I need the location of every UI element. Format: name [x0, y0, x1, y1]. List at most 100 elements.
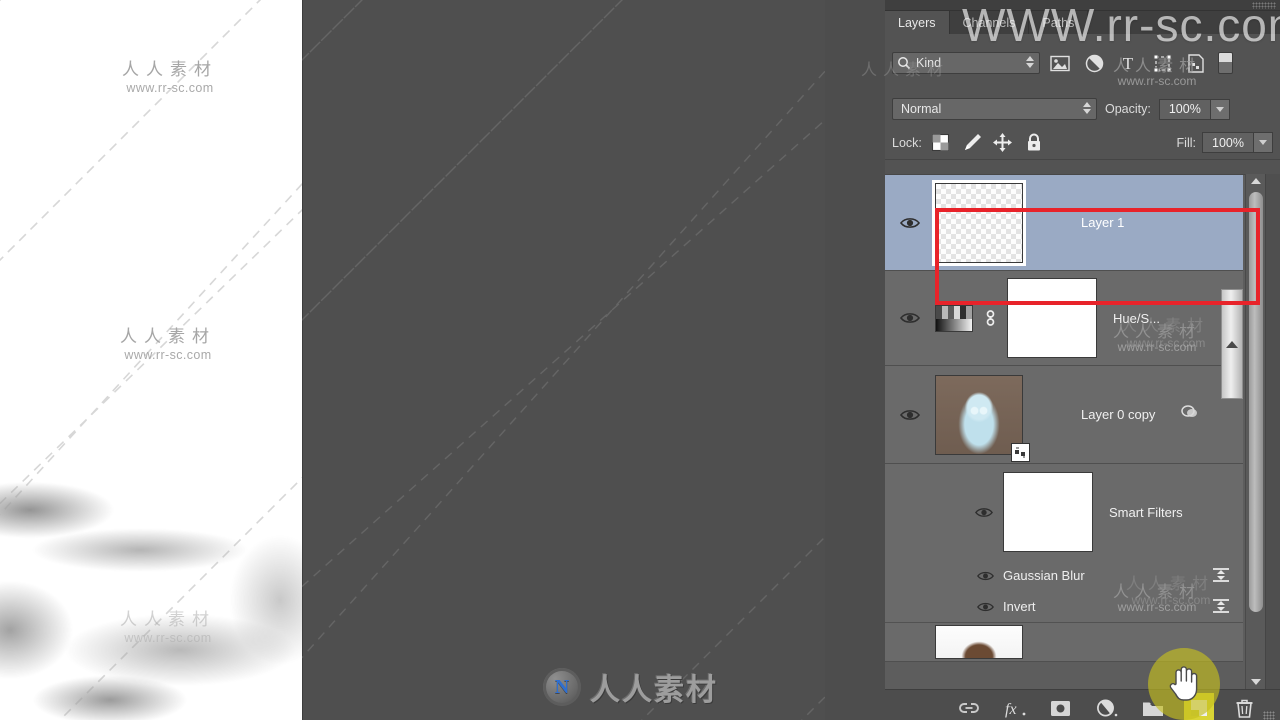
layer-row-partial[interactable] — [885, 622, 1243, 662]
link-icon — [958, 703, 979, 713]
opacity-value[interactable]: 100% — [1158, 98, 1211, 120]
filter-smart-objects-icon[interactable] — [1182, 51, 1210, 75]
mask-link-icon[interactable] — [973, 308, 1007, 328]
smart-filters-row[interactable]: Smart Filters — [885, 464, 1243, 560]
artwork-sketch — [0, 400, 302, 720]
filter-shape-layers-icon[interactable] — [1148, 51, 1176, 75]
filter-adjustment-layers-icon[interactable] — [1080, 51, 1108, 75]
layer-row-layer-0-copy[interactable]: Layer 0 copy — [885, 366, 1243, 464]
dock-right-rail — [1265, 174, 1280, 689]
smart-filter-options-icon-gaussian-blur[interactable] — [1211, 565, 1231, 590]
smart-object-badge-icon — [1011, 442, 1030, 462]
fx-icon: fx — [1005, 701, 1025, 718]
dock-title-strip[interactable] — [885, 0, 1280, 11]
filter-pixel-layers-icon[interactable] — [1046, 51, 1074, 75]
new-adjustment-layer-button[interactable] — [1094, 695, 1120, 720]
opacity-label: Opacity: — [1105, 102, 1151, 116]
filter-kind-stepper-icon[interactable] — [1026, 56, 1034, 68]
smart-filter-name-invert[interactable]: Invert — [1003, 599, 1036, 614]
layer-name-layer-1[interactable]: Layer 1 — [1023, 215, 1124, 230]
layer-list-inner-scroll-handle[interactable] — [1221, 289, 1243, 399]
link-layers-button[interactable] — [956, 695, 982, 720]
panel-tab-bar[interactable]: Layers Channels Paths — [885, 11, 1280, 34]
mask-icon — [1051, 700, 1070, 716]
smart-filter-row-invert[interactable]: Invert — [885, 591, 1243, 622]
opacity-dropdown-icon[interactable] — [1210, 98, 1230, 120]
smart-filter-row-gaussian-blur[interactable]: Gaussian Blur — [885, 560, 1243, 591]
smart-filter-visibility-toggle-gaussian-blur[interactable] — [885, 570, 1003, 582]
lock-row[interactable]: Lock: Fill: 100% — [885, 126, 1280, 160]
tab-channels[interactable]: Channels — [950, 11, 1030, 34]
brand-mark-icon: N — [543, 668, 581, 706]
layer-mask-thumbnail-hue-saturation[interactable] — [1007, 278, 1097, 358]
tab-layers-label: Layers — [898, 15, 936, 30]
panel-resize-grip-icon[interactable] — [1263, 711, 1275, 720]
delete-layer-button[interactable] — [1232, 695, 1258, 720]
blend-mode-select[interactable]: Normal — [892, 98, 1097, 120]
search-icon — [898, 57, 911, 70]
lock-all-icon[interactable] — [1022, 132, 1046, 154]
document-canvas[interactable]: 人人素材 www.rr-sc.com 人人素材 www.rr-sc.com 人人… — [0, 0, 302, 720]
smart-filters-visibility-toggle[interactable] — [885, 506, 1003, 519]
scroll-up-arrow-icon[interactable] — [1246, 174, 1265, 188]
layer-name-layer-0-copy[interactable]: Layer 0 copy — [1023, 407, 1155, 422]
lock-position-icon[interactable] — [991, 132, 1015, 154]
layer-visibility-toggle-layer-0-copy[interactable] — [885, 408, 935, 422]
filter-kind-select[interactable]: Kind — [892, 52, 1040, 74]
layer-style-button[interactable]: fx — [1002, 695, 1028, 720]
layers-dock[interactable]: Layers Channels Paths Kind T Normal Opac… — [885, 0, 1280, 720]
dock-grip-icon[interactable] — [1252, 2, 1276, 9]
blend-mode-stepper-icon[interactable] — [1083, 102, 1091, 114]
tab-layers[interactable]: Layers — [885, 11, 950, 34]
watermark-label-2: 人人素材 www.rr-sc.com — [120, 327, 216, 362]
layer-list-scrollbar[interactable] — [1245, 174, 1265, 689]
add-layer-mask-button[interactable] — [1048, 695, 1074, 720]
workspace-watermark-pattern — [302, 0, 825, 720]
site-brand-logo: N 人人素材 — [543, 666, 739, 708]
layer-visibility-toggle-layer-1[interactable] — [885, 216, 935, 230]
svg-text:fx: fx — [1005, 701, 1017, 718]
layers-bottom-toolbar[interactable]: fx — [885, 689, 1280, 720]
lock-transparent-pixels-icon[interactable] — [929, 132, 953, 154]
adjustment-thumbnail-hue-saturation[interactable] — [935, 304, 973, 332]
filter-enable-toggle[interactable] — [1218, 52, 1233, 74]
layers-panel-body: Kind T Normal Opacity: 100% Lock: Fill: … — [885, 34, 1280, 720]
new-layer-icon — [1190, 700, 1207, 716]
lock-image-pixels-icon[interactable] — [960, 132, 984, 154]
new-layer-button[interactable] — [1185, 695, 1212, 720]
layer-row-layer-1[interactable]: Layer 1 — [885, 175, 1243, 271]
layer-filter-row[interactable]: Kind T — [885, 47, 1280, 79]
layer-visibility-toggle-hue-saturation[interactable] — [885, 311, 935, 325]
blend-mode-row[interactable]: Normal Opacity: 100% — [885, 94, 1280, 124]
watermark-label-1: 人人素材 www.rr-sc.com — [122, 60, 218, 95]
layer-name-hue-saturation[interactable]: Hue/S... — [1097, 311, 1160, 326]
scrollbar-thumb[interactable] — [1249, 192, 1263, 612]
layer-row-hue-saturation[interactable]: Hue/S... — [885, 271, 1243, 366]
smart-filters-mask-thumbnail[interactable] — [1003, 472, 1093, 552]
layer-thumbnail-layer-1[interactable] — [932, 179, 1026, 266]
new-group-button[interactable] — [1140, 695, 1166, 720]
filter-type-layers-icon[interactable]: T — [1114, 51, 1142, 75]
blend-mode-value: Normal — [901, 102, 942, 116]
brand-text: 人人素材 — [590, 673, 718, 708]
lock-label: Lock: — [892, 135, 922, 150]
workspace-area[interactable]: 人人素材 www.rr-sc.com 人人素材 www.rr-sc.com 人人… — [302, 0, 1196, 720]
smart-filter-name-gaussian-blur[interactable]: Gaussian Blur — [1003, 568, 1085, 583]
layer-thumbnail-partial[interactable] — [935, 625, 1023, 659]
layer-thumbnail-layer-0-copy[interactable] — [935, 374, 1030, 462]
layer-fx-indicator-icon[interactable] — [1180, 404, 1199, 425]
svg-text:T: T — [1123, 54, 1134, 72]
smart-filter-options-icon-invert[interactable] — [1211, 596, 1231, 621]
tab-channels-label: Channels — [962, 15, 1016, 30]
canvas-edge-divider — [302, 0, 303, 720]
fill-dropdown-icon[interactable] — [1254, 132, 1273, 153]
tab-paths[interactable]: Paths — [1029, 11, 1089, 34]
brand-letter: N — [554, 676, 570, 698]
fill-value[interactable]: 100% — [1202, 132, 1254, 153]
fill-label: Fill: — [1176, 135, 1196, 150]
layer-list[interactable]: Layer 1 Hue/S... Layer 0 copy Smart Filt… — [885, 174, 1280, 689]
tab-paths-label: Paths — [1042, 15, 1075, 30]
trash-icon — [1236, 699, 1253, 718]
scroll-down-arrow-icon[interactable] — [1246, 675, 1265, 689]
smart-filter-visibility-toggle-invert[interactable] — [885, 601, 1003, 613]
